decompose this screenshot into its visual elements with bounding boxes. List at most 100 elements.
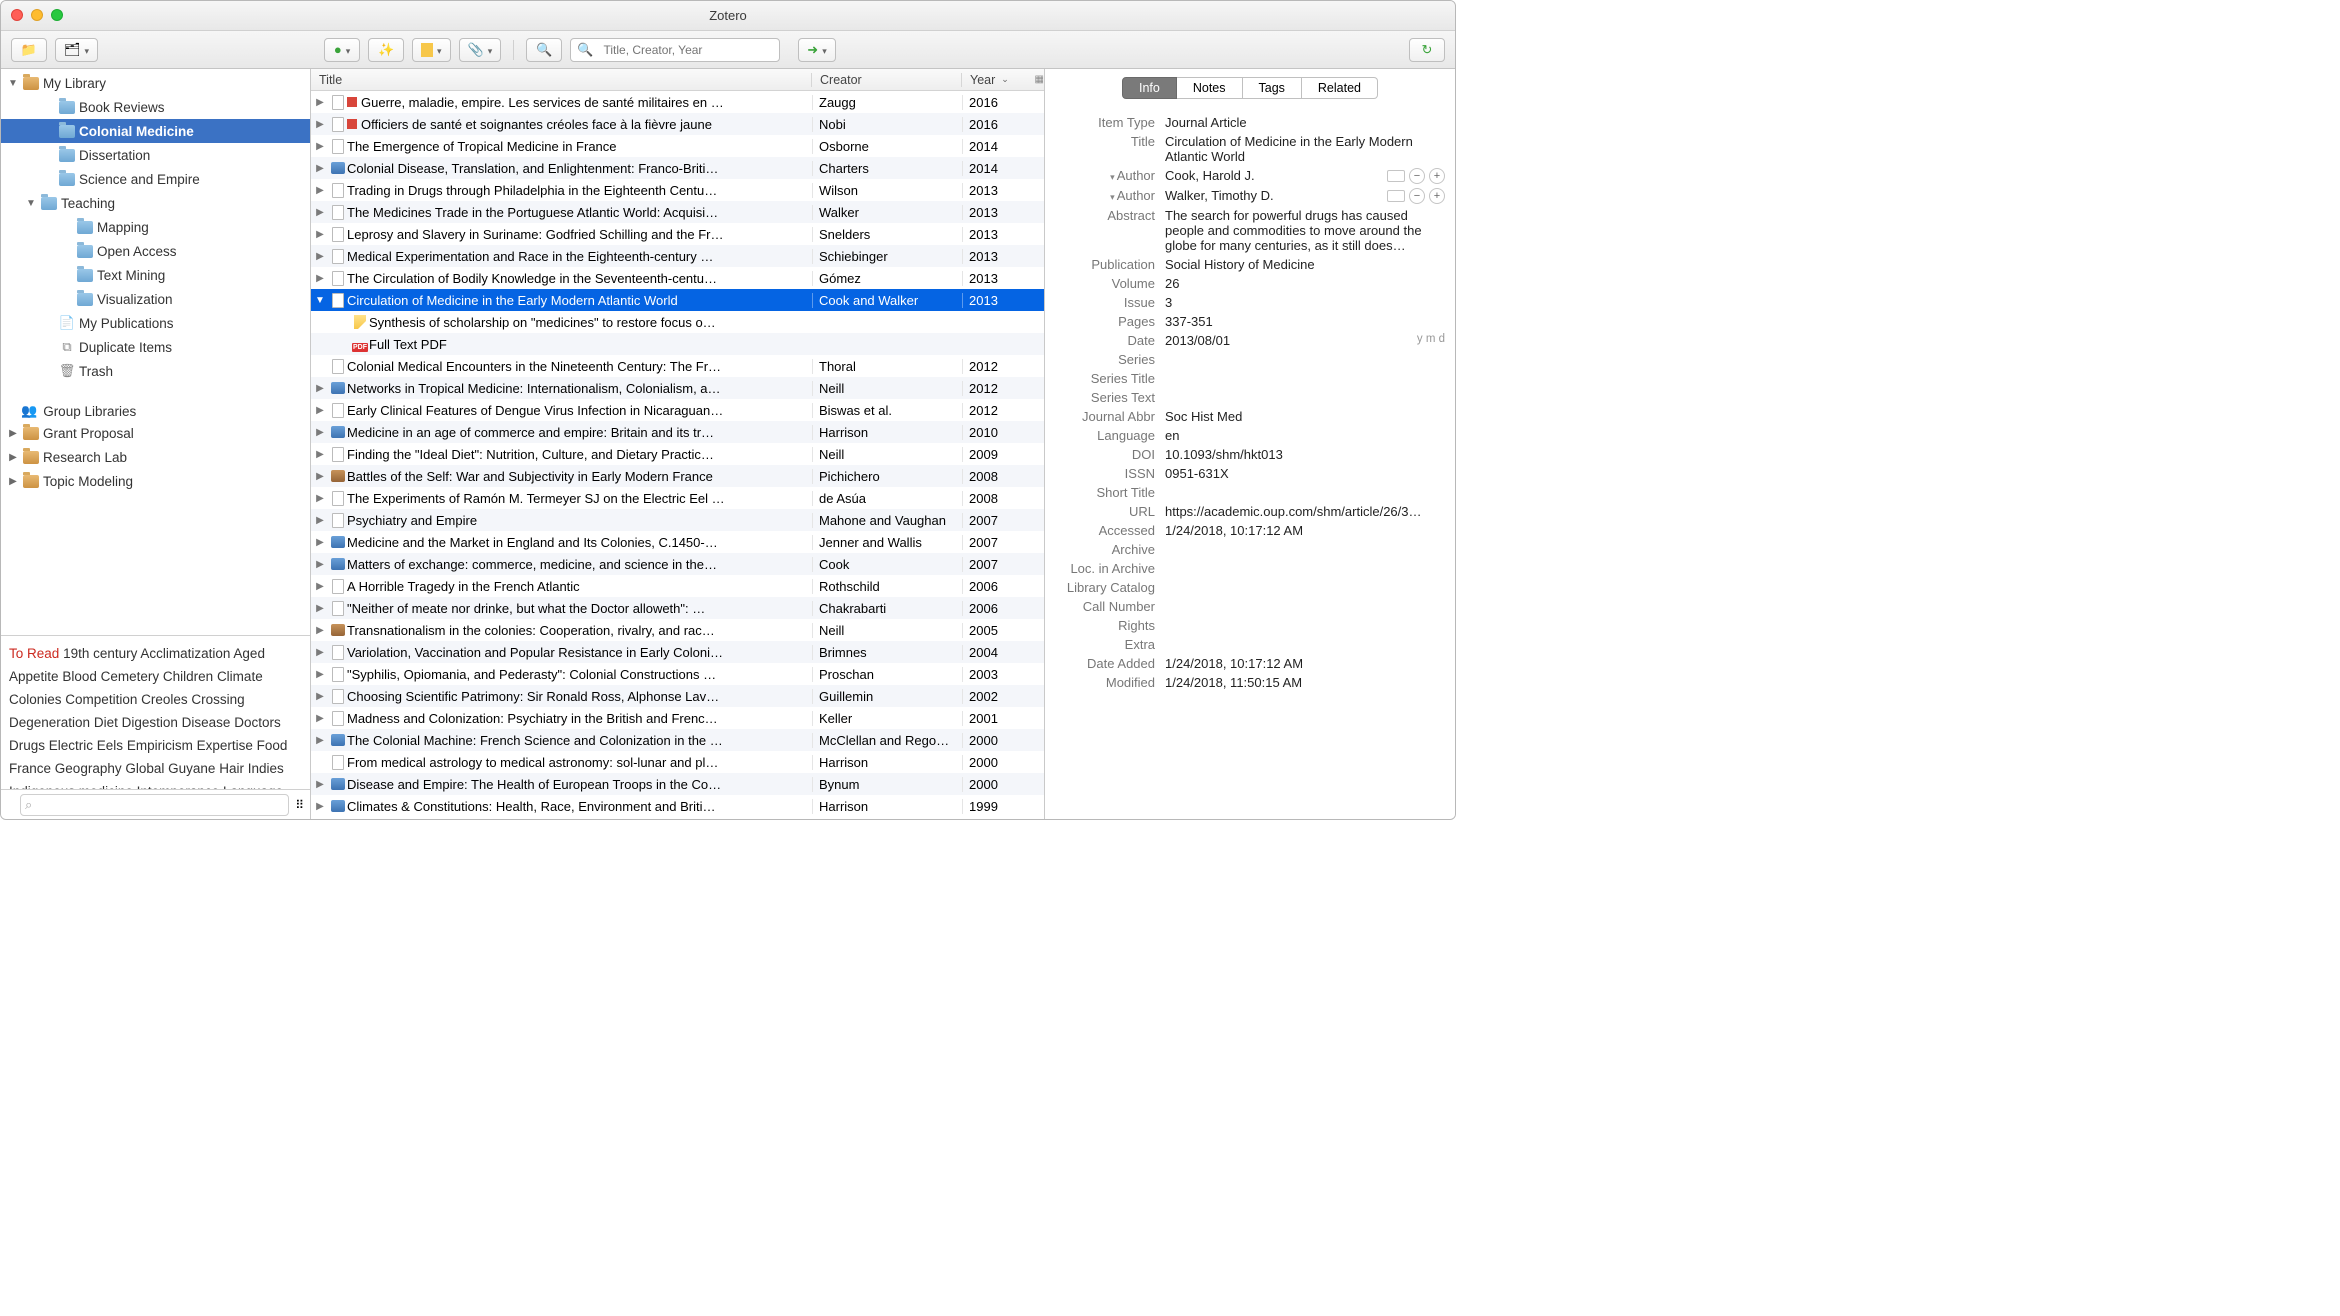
tag-selector[interactable]: To Read 19th century Acclimatization Age… (1, 635, 310, 790)
field-value[interactable]: Social History of Medicine (1165, 257, 1445, 272)
tag[interactable]: France (9, 761, 51, 776)
field[interactable]: TitleCirculation of Medicine in the Earl… (1055, 132, 1445, 166)
tag-search-input[interactable] (20, 794, 289, 816)
list-item[interactable]: ▶A Horrible Tragedy in the French Atlant… (311, 575, 1044, 597)
tag[interactable]: Diet (94, 715, 118, 730)
tag[interactable]: To Read (9, 646, 59, 661)
field-value[interactable]: 26 (1165, 276, 1445, 291)
list-item[interactable]: ▶Medicine in an age of commerce and empi… (311, 421, 1044, 443)
tag-options-icon[interactable]: ⠿ (295, 798, 304, 812)
list-item[interactable]: ▶Leprosy and Slavery in Suriname: Godfri… (311, 223, 1044, 245)
add-author-button[interactable]: + (1429, 168, 1445, 184)
field[interactable]: Call Number (1055, 597, 1445, 616)
disclosure-icon[interactable]: ▶ (311, 691, 329, 702)
tab-related[interactable]: Related (1302, 77, 1378, 99)
list-item[interactable]: ▶Climates & Constitutions: Health, Race,… (311, 795, 1044, 817)
columns-menu-icon[interactable]: ▦ (1035, 74, 1044, 85)
list-item[interactable]: ▶Officiers de santé et soignantes créole… (311, 113, 1044, 135)
list-item[interactable]: From medical astrology to medical astron… (311, 751, 1044, 773)
field-value[interactable]: en (1165, 428, 1445, 443)
search-box[interactable]: 🔍 (570, 38, 780, 62)
disclosure-icon[interactable]: ▶ (311, 251, 329, 262)
advanced-search-button[interactable]: 🔍 (526, 38, 562, 62)
trash[interactable]: ▶ Trash (1, 359, 310, 383)
sidebar-collection[interactable]: ▶Book Reviews (1, 95, 310, 119)
field[interactable]: Short Title (1055, 483, 1445, 502)
tag[interactable]: Drugs (9, 738, 45, 753)
field[interactable]: PublicationSocial History of Medicine (1055, 255, 1445, 274)
disclosure-icon[interactable]: ▶ (311, 581, 329, 592)
list-item[interactable]: ▶Matters of exchange: commerce, medicine… (311, 553, 1044, 575)
remove-author-button[interactable]: − (1409, 188, 1425, 204)
list-item[interactable]: ▶The Medicines Trade in the Portuguese A… (311, 201, 1044, 223)
list-item[interactable]: ▶The Colonial Machine: French Science an… (311, 729, 1044, 751)
sidebar-collection[interactable]: ▶Mapping (1, 215, 310, 239)
disclosure-icon[interactable]: ▶ (311, 273, 329, 284)
list-item[interactable]: ▶Trading in Drugs through Philadelphia i… (311, 179, 1044, 201)
field[interactable]: Journal AbbrSoc Hist Med (1055, 407, 1445, 426)
disclosure-icon[interactable]: ▶ (311, 427, 329, 438)
minimize-icon[interactable] (31, 9, 43, 21)
list-item[interactable]: ▶Choosing Scientific Patrimony: Sir Rona… (311, 685, 1044, 707)
disclosure-icon[interactable]: ▶ (311, 603, 329, 614)
my-publications[interactable]: ▶ My Publications (1, 311, 310, 335)
field[interactable]: Date2013/08/01y m d (1055, 331, 1445, 350)
disclosure-icon[interactable]: ▶ (311, 229, 329, 240)
tag[interactable]: 19th century (63, 646, 137, 661)
list-item[interactable]: ▶Networks in Tropical Medicine: Internat… (311, 377, 1044, 399)
close-icon[interactable] (11, 9, 23, 21)
teaching-collection[interactable]: ▼ Teaching (1, 191, 310, 215)
disclosure-icon[interactable]: ▶ (311, 537, 329, 548)
tag[interactable]: Food (257, 738, 288, 753)
tag[interactable]: Disease (182, 715, 231, 730)
field[interactable]: Archive (1055, 540, 1445, 559)
field[interactable]: Languageen (1055, 426, 1445, 445)
tag[interactable]: Appetite (9, 669, 59, 684)
disclosure-icon[interactable]: ▶ (311, 779, 329, 790)
disclosure-icon[interactable]: ▶ (311, 405, 329, 416)
list-item[interactable]: Full Text PDF (311, 333, 1044, 355)
new-collection-button[interactable]: 📁 (11, 38, 47, 62)
sidebar-collection[interactable]: ▶Text Mining (1, 263, 310, 287)
field[interactable]: Loc. in Archive (1055, 559, 1445, 578)
tag[interactable]: Cemetery (101, 669, 160, 684)
list-item[interactable]: ▶"Neither of meate nor drinke, but what … (311, 597, 1044, 619)
list-item[interactable]: ▶Medical Experimentation and Race in the… (311, 245, 1044, 267)
tag[interactable]: Hair (219, 761, 244, 776)
field[interactable]: Date Added1/24/2018, 10:17:12 AM (1055, 654, 1445, 673)
tag[interactable]: Empiricism (127, 738, 193, 753)
disclosure-icon[interactable]: ▶ (311, 163, 329, 174)
sidebar-group[interactable]: ▶Topic Modeling (1, 469, 310, 493)
tab-info[interactable]: Info (1122, 77, 1177, 99)
column-creator[interactable]: Creator (812, 73, 962, 87)
list-item[interactable]: ▼Circulation of Medicine in the Early Mo… (311, 289, 1044, 311)
disclosure-icon[interactable]: ▼ (311, 295, 329, 306)
field[interactable]: Extra (1055, 635, 1445, 654)
tag[interactable]: Global (125, 761, 164, 776)
field[interactable]: ▾AuthorCook, Harold J.−+ (1055, 166, 1445, 186)
field-value[interactable]: 10.1093/shm/hkt013 (1165, 447, 1445, 462)
new-item-button[interactable]: ● (324, 38, 360, 62)
disclosure-icon[interactable]: ▶ (311, 383, 329, 394)
field-value[interactable]: Soc Hist Med (1165, 409, 1445, 424)
sidebar-collection[interactable]: ▶Open Access (1, 239, 310, 263)
field-value[interactable]: The search for powerful drugs has caused… (1165, 208, 1445, 253)
sync-button[interactable]: ↻ (1409, 38, 1445, 62)
new-library-button[interactable]: 🗂 (55, 38, 98, 62)
new-note-button[interactable] (412, 38, 451, 62)
tag[interactable]: Children (163, 669, 213, 684)
list-item[interactable]: ▶Colonial Disease, Translation, and Enli… (311, 157, 1044, 179)
field[interactable]: Series Text (1055, 388, 1445, 407)
tag[interactable]: Aged (233, 646, 265, 661)
tag[interactable]: Indies (248, 761, 284, 776)
tag[interactable]: Guyane (168, 761, 215, 776)
list-item[interactable]: ▶Disease and Empire: The Health of Europ… (311, 773, 1044, 795)
duplicate-items[interactable]: ▶ Duplicate Items (1, 335, 310, 359)
add-author-button[interactable]: + (1429, 188, 1445, 204)
field-value[interactable]: 337-351 (1165, 314, 1445, 329)
field[interactable]: Issue3 (1055, 293, 1445, 312)
disclosure-icon[interactable]: ▶ (311, 449, 329, 460)
list-item[interactable]: Synthesis of scholarship on "medicines" … (311, 311, 1044, 333)
attach-button[interactable]: 📎 (459, 38, 502, 62)
tag[interactable]: Crossing (191, 692, 244, 707)
